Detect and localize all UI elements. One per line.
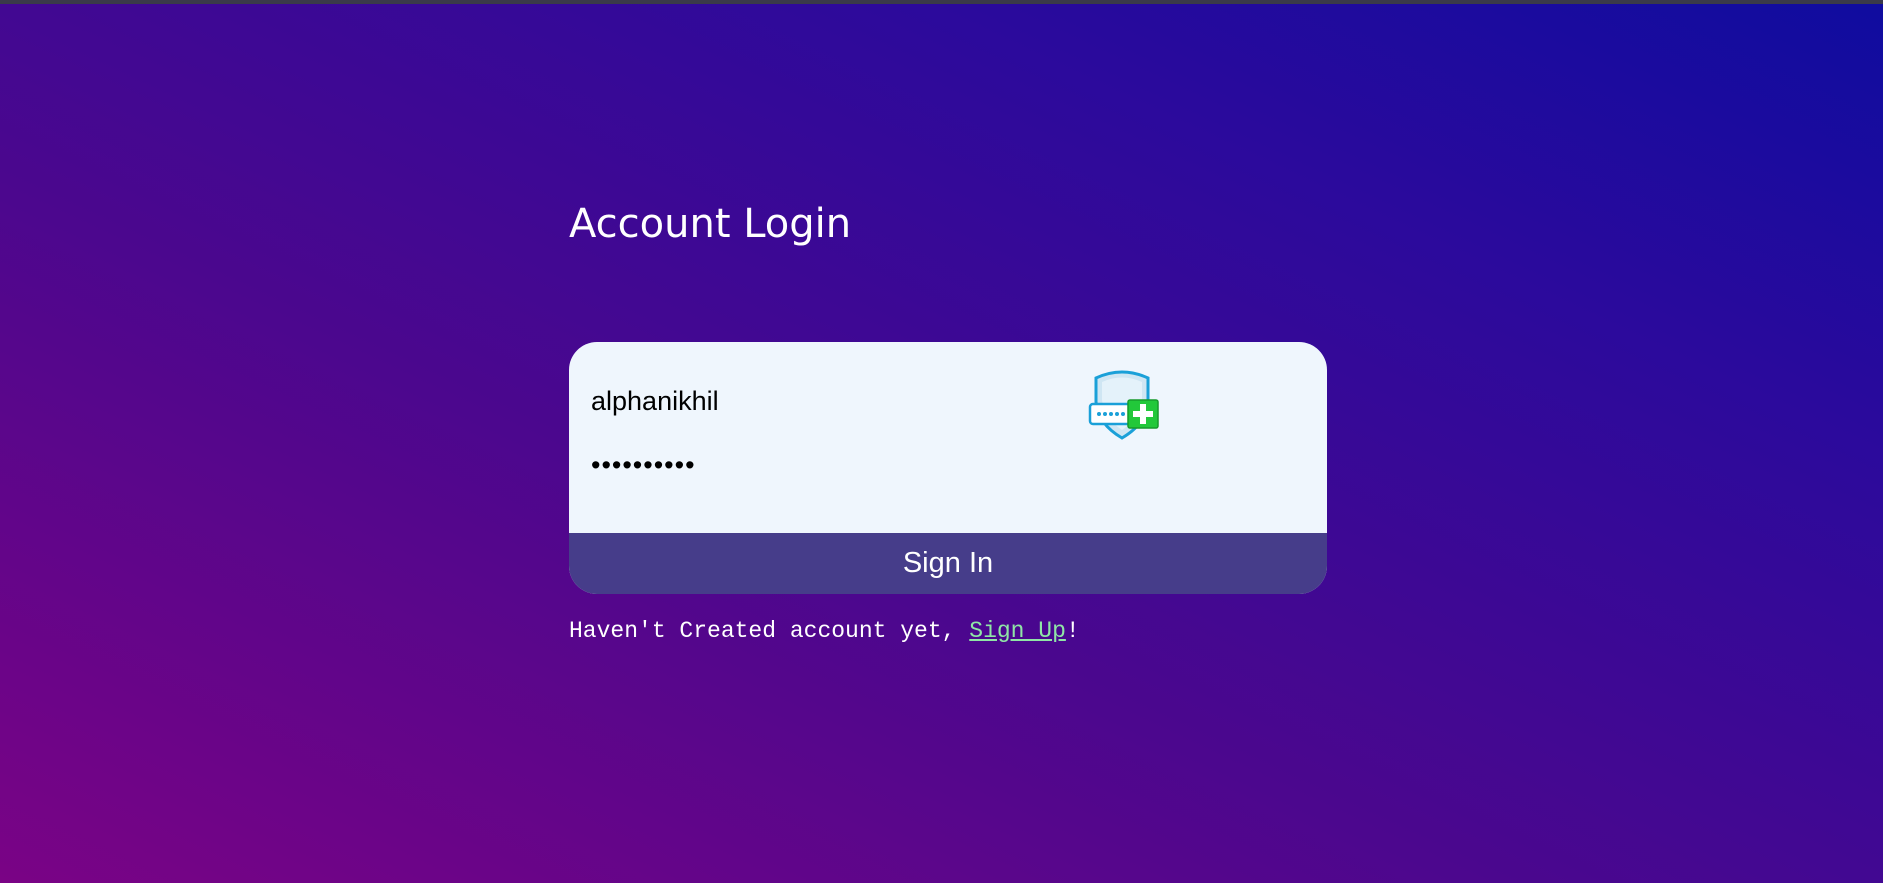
browser-top-edge — [0, 0, 1883, 4]
signup-prompt-text: Haven't Created account yet, — [569, 618, 970, 644]
sign-up-link[interactable]: Sign Up — [969, 618, 1066, 644]
username-input[interactable] — [591, 378, 1111, 424]
signup-prompt: Haven't Created account yet, Sign Up! — [569, 616, 1080, 646]
password-input[interactable] — [591, 442, 1111, 488]
password-shield-plus-icon[interactable] — [1088, 366, 1160, 440]
sign-in-button[interactable]: Sign In — [569, 533, 1327, 594]
login-form: Sign In — [569, 342, 1327, 594]
page-title: Account Login — [569, 201, 852, 247]
signup-prompt-suffix: ! — [1065, 618, 1080, 644]
